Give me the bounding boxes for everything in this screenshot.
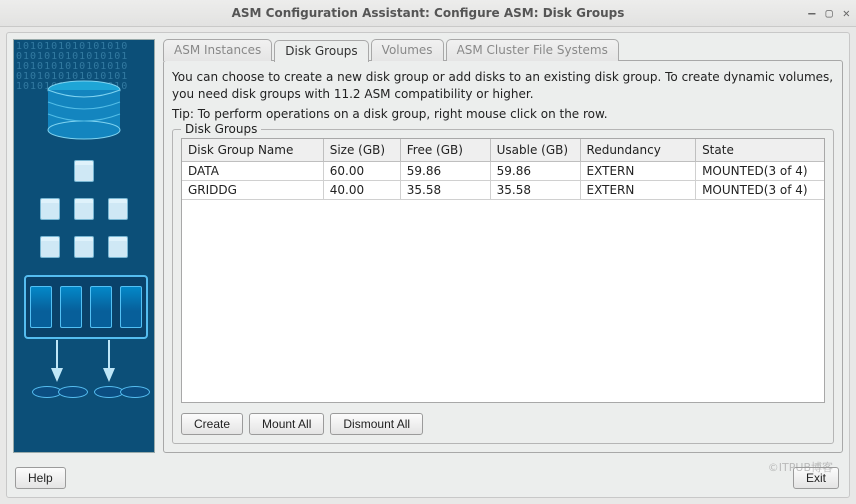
disk-shelf-icon [24,275,148,339]
col-header-name[interactable]: Disk Group Name [182,139,323,162]
table-row[interactable]: DATA 60.00 59.86 59.86 EXTERN MOUNTED(3 … [182,161,824,180]
disk-groups-table-container: Disk Group Name Size (GB) Free (GB) Usab… [181,138,825,403]
col-header-state[interactable]: State [696,139,824,162]
cell-name: DATA [182,161,323,180]
maximize-icon[interactable]: ▢ [826,6,833,20]
server-node-icon [108,198,128,220]
tab-disk-groups[interactable]: Disk Groups [274,40,368,62]
tab-bar: ASM Instances Disk Groups Volumes ASM Cl… [163,39,843,61]
tab-content: You can choose to create a new disk grou… [163,60,843,453]
close-icon[interactable]: ✕ [843,6,850,20]
minimize-icon[interactable]: — [808,6,815,20]
disk-icon [58,386,88,398]
description-text: You can choose to create a new disk grou… [172,69,834,103]
tip-text: Tip: To perform operations on a disk gro… [172,107,834,121]
cell-usable: 35.58 [490,180,580,199]
cell-size: 40.00 [323,180,400,199]
server-node-icon [74,236,94,258]
groupbox-title: Disk Groups [181,122,261,136]
tab-asm-cluster-fs[interactable]: ASM Cluster File Systems [446,39,619,61]
cell-size: 60.00 [323,161,400,180]
cell-state: MOUNTED(3 of 4) [696,161,824,180]
table-row[interactable]: GRIDDG 40.00 35.58 35.58 EXTERN MOUNTED(… [182,180,824,199]
disk-icon [120,386,150,398]
col-header-size[interactable]: Size (GB) [323,139,400,162]
cell-redundancy: EXTERN [580,161,696,180]
table-header-row: Disk Group Name Size (GB) Free (GB) Usab… [182,139,824,162]
window-titlebar: ASM Configuration Assistant: Configure A… [0,0,856,27]
cell-free: 59.86 [400,161,490,180]
database-cylinder-icon [44,80,124,150]
col-header-redundancy[interactable]: Redundancy [580,139,696,162]
tab-volumes[interactable]: Volumes [371,39,444,61]
tab-asm-instances[interactable]: ASM Instances [163,39,272,61]
cell-state: MOUNTED(3 of 4) [696,180,824,199]
window-client: 1010101010101010 0101010101010101 101010… [6,32,850,498]
server-node-icon [74,160,94,182]
server-node-icon [74,198,94,220]
dismount-all-button[interactable]: Dismount All [330,413,423,435]
col-header-free[interactable]: Free (GB) [400,139,490,162]
cell-redundancy: EXTERN [580,180,696,199]
cell-free: 35.58 [400,180,490,199]
disk-groups-groupbox: Disk Groups Disk Group Name Size (GB) [172,129,834,444]
disk-groups-table[interactable]: Disk Group Name Size (GB) Free (GB) Usab… [182,139,824,200]
exit-button[interactable]: Exit [793,467,839,489]
arrow-down-icon [51,368,63,382]
help-button[interactable]: Help [15,467,66,489]
window-title: ASM Configuration Assistant: Configure A… [232,6,625,20]
create-button[interactable]: Create [181,413,243,435]
cell-usable: 59.86 [490,161,580,180]
col-header-usable[interactable]: Usable (GB) [490,139,580,162]
server-node-icon [108,236,128,258]
cell-name: GRIDDG [182,180,323,199]
mount-all-button[interactable]: Mount All [249,413,324,435]
server-node-icon [40,198,60,220]
wizard-graphic: 1010101010101010 0101010101010101 101010… [13,39,155,453]
arrow-down-icon [103,368,115,382]
server-node-icon [40,236,60,258]
